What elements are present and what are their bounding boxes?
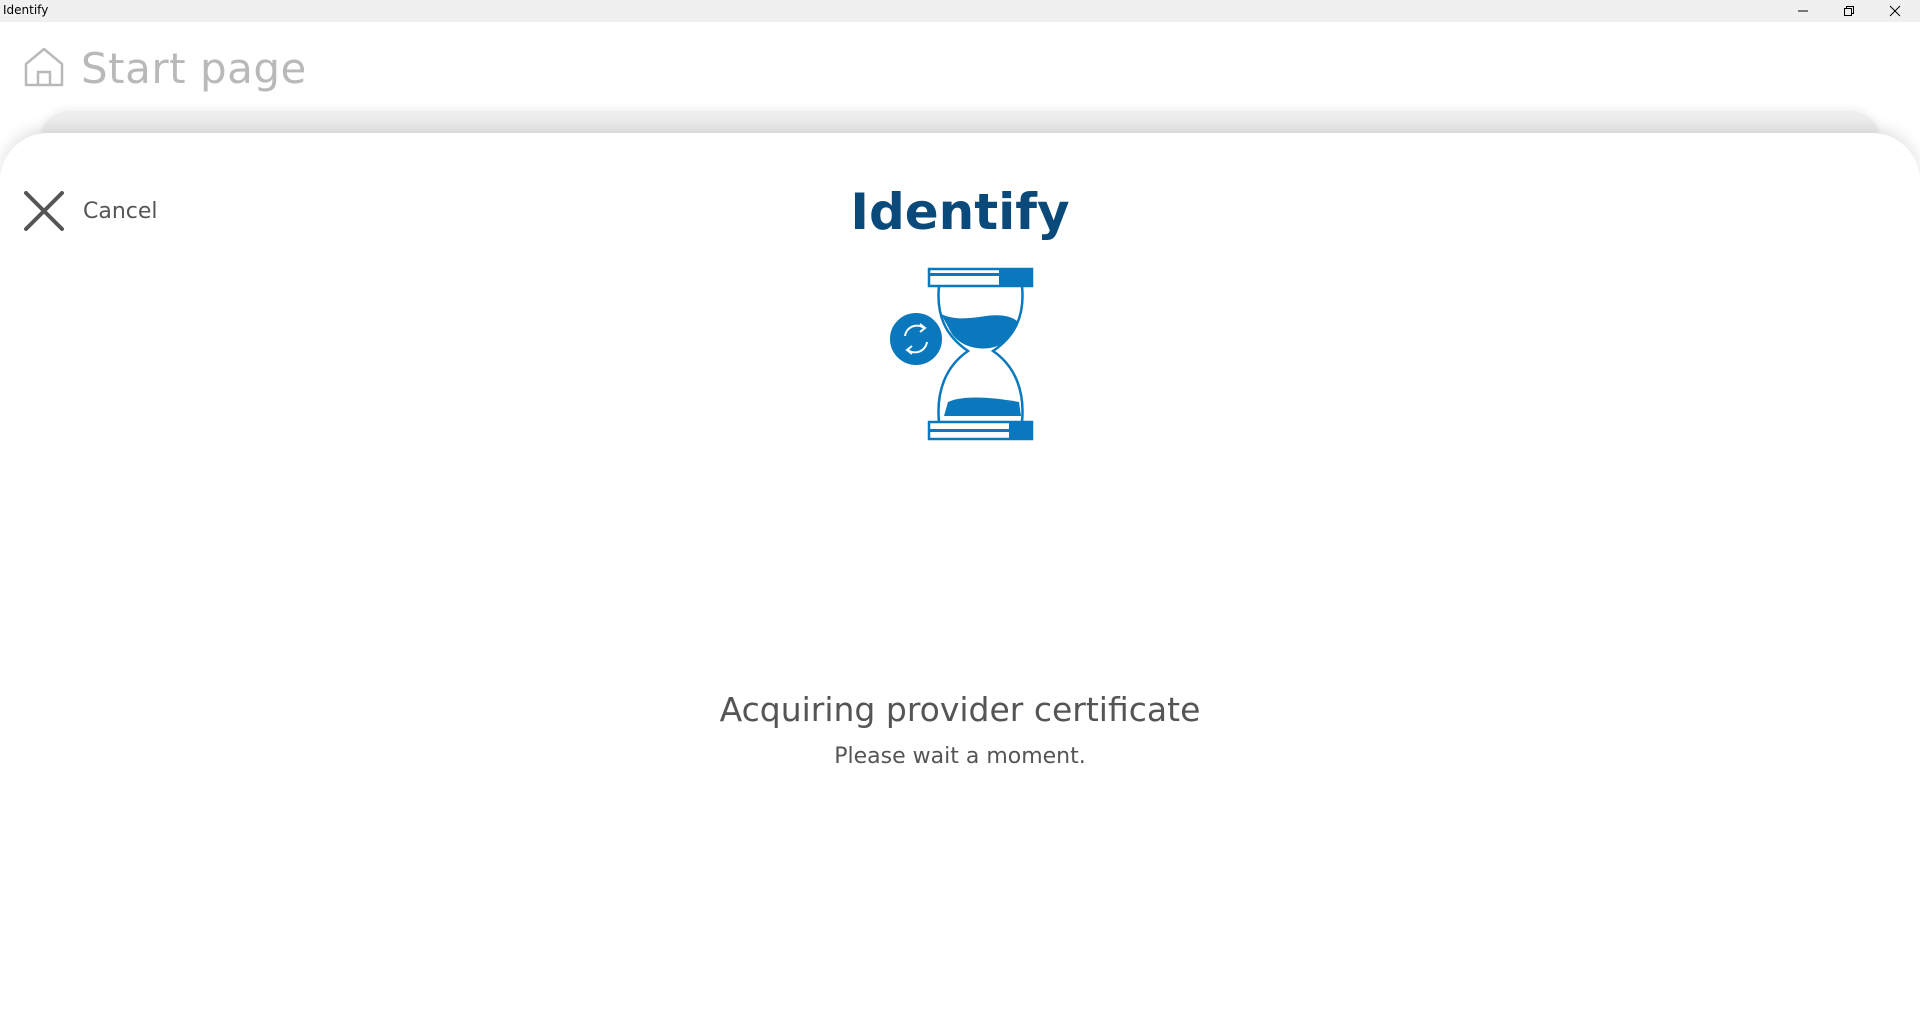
close-button[interactable]: [1872, 0, 1918, 22]
hourglass-refresh-icon: [888, 267, 1034, 441]
window-title: Identify: [3, 3, 49, 17]
restore-icon: [1844, 6, 1854, 16]
minimize-button[interactable]: [1780, 0, 1826, 22]
minimize-icon: [1798, 10, 1808, 12]
window-titlebar: Identify: [0, 0, 1920, 22]
dialog-title: Identify: [850, 183, 1070, 241]
page-title: Start page: [81, 44, 307, 93]
status-title: Acquiring provider certificate: [719, 690, 1201, 729]
home-icon[interactable]: [23, 46, 65, 88]
restore-button[interactable]: [1826, 0, 1872, 22]
status-subtitle: Please wait a moment.: [834, 744, 1086, 769]
close-icon: [1889, 5, 1901, 17]
